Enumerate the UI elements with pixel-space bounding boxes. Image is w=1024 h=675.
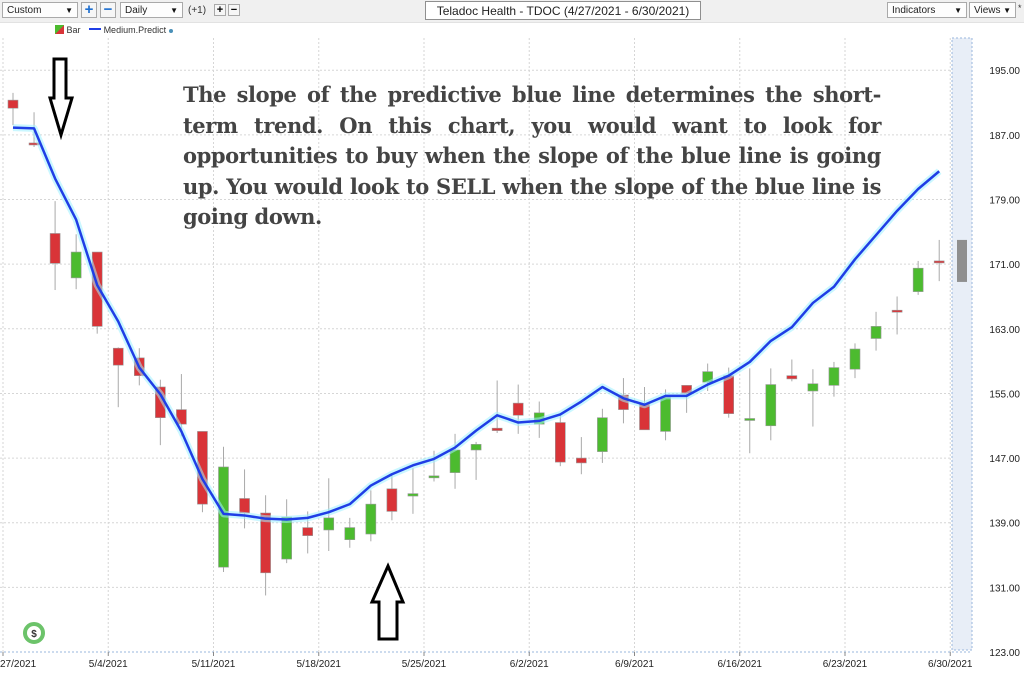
candle[interactable] (491, 380, 503, 434)
candle-body-up (323, 517, 335, 531)
candle-body-down (491, 427, 503, 431)
x-tick-label: 5/18/2021 (297, 659, 342, 670)
y-tick-label: 179.00 (989, 196, 1020, 207)
candle-body-down (49, 233, 61, 264)
x-tick-label: 5/4/2021 (89, 659, 128, 670)
x-tick-label: 5/11/2021 (192, 659, 236, 670)
candle-body-down (933, 260, 945, 264)
y-tick-label: 155.00 (989, 389, 1020, 400)
y-tick-label: 171.00 (989, 260, 1020, 271)
candle[interactable] (386, 473, 398, 521)
candle[interactable] (933, 239, 945, 282)
candle-body-down (576, 457, 587, 464)
up-arrow-icon (369, 562, 406, 641)
candle[interactable] (912, 260, 924, 295)
candle[interactable] (765, 368, 777, 441)
candle-body-down (302, 527, 314, 536)
chart-legend: Bar Medium.Predict (55, 25, 173, 35)
candle-body-up (470, 444, 482, 451)
candle-body-up (744, 418, 756, 421)
candle[interactable] (260, 495, 271, 596)
candle-body-up (849, 348, 861, 370)
candle[interactable] (512, 384, 524, 434)
y-tick-label: 131.00 (989, 583, 1020, 594)
candle-body-up (912, 267, 924, 292)
candle-body-up (70, 251, 82, 279)
x-tick-label: 5/25/2021 (402, 659, 447, 670)
y-axis: 195.00 187.00 179.00 171.00 163.00 155.00 147.… (989, 66, 1020, 659)
candle[interactable] (281, 499, 292, 564)
candle-body-down (386, 488, 398, 512)
candle-body-up (807, 383, 819, 392)
projection-bar (957, 239, 967, 282)
candle-body-up (660, 397, 671, 432)
candle[interactable] (407, 467, 419, 514)
candle[interactable] (70, 234, 82, 290)
annotation-text: The slope of the predictive blue line de… (183, 82, 881, 229)
x-tick-label: 6/2/2021 (510, 659, 549, 670)
dollar-circle-icon[interactable]: $ (23, 622, 45, 644)
candle[interactable] (7, 92, 19, 126)
x-tick-label: 6/16/2021 (718, 659, 763, 670)
x-tick-label: 27/2021 (0, 659, 37, 670)
candle-body-up (765, 384, 777, 427)
legend-predict-label: Medium.Predict (103, 25, 167, 35)
candle-body-up (428, 475, 440, 479)
candle-body-down (723, 375, 735, 414)
candle[interactable] (744, 368, 756, 454)
candle[interactable] (470, 441, 482, 480)
candle[interactable] (365, 490, 377, 542)
candle[interactable] (870, 311, 882, 351)
candle-body-up (870, 326, 882, 339)
x-axis: 27/2021 5/4/2021 5/11/2021 5/18/2021 5/25/20… (0, 652, 973, 670)
candle-body-down (554, 422, 566, 463)
x-tick-label: 6/30/2021 (928, 659, 973, 670)
candle-body-down (786, 375, 798, 380)
candle[interactable] (112, 347, 124, 408)
blue-line-icon (89, 28, 102, 30)
candle[interactable] (576, 437, 587, 475)
candle-body-up (281, 516, 292, 560)
candle-body-down (7, 99, 19, 109)
info-dot-icon[interactable] (168, 29, 173, 33)
legend-bar-label: Bar (66, 25, 81, 35)
candlestick-swatch-icon (55, 25, 64, 34)
candle[interactable] (786, 359, 798, 382)
candle-body-down (891, 309, 903, 313)
candle-body-down (512, 402, 524, 416)
y-tick-label: 195.00 (989, 66, 1020, 77)
candle-body-up (365, 503, 377, 535)
candle-body-down (239, 498, 250, 514)
x-tick-label: 6/9/2021 (615, 659, 654, 670)
candle[interactable] (807, 369, 819, 427)
candle[interactable] (849, 343, 861, 379)
y-tick-label: 139.00 (989, 519, 1020, 530)
x-tick-label: 6/23/2021 (823, 659, 868, 670)
y-tick-label: 147.00 (989, 454, 1020, 465)
candle-body-up (407, 493, 419, 497)
candle[interactable] (597, 408, 608, 463)
candle[interactable] (554, 414, 566, 467)
candle-body-up (344, 527, 356, 540)
candle[interactable] (828, 361, 840, 397)
candle-body-up (597, 417, 608, 452)
projection-zone (951, 37, 973, 651)
dollar-glyph: $ (31, 629, 37, 640)
candle[interactable] (239, 469, 250, 529)
candle-body-up (828, 367, 840, 386)
y-tick-label: 123.00 (989, 648, 1020, 659)
candle[interactable] (49, 201, 61, 291)
candle-body-down (112, 347, 124, 366)
y-tick-label: 187.00 (989, 131, 1020, 142)
y-tick-label: 163.00 (989, 325, 1020, 336)
